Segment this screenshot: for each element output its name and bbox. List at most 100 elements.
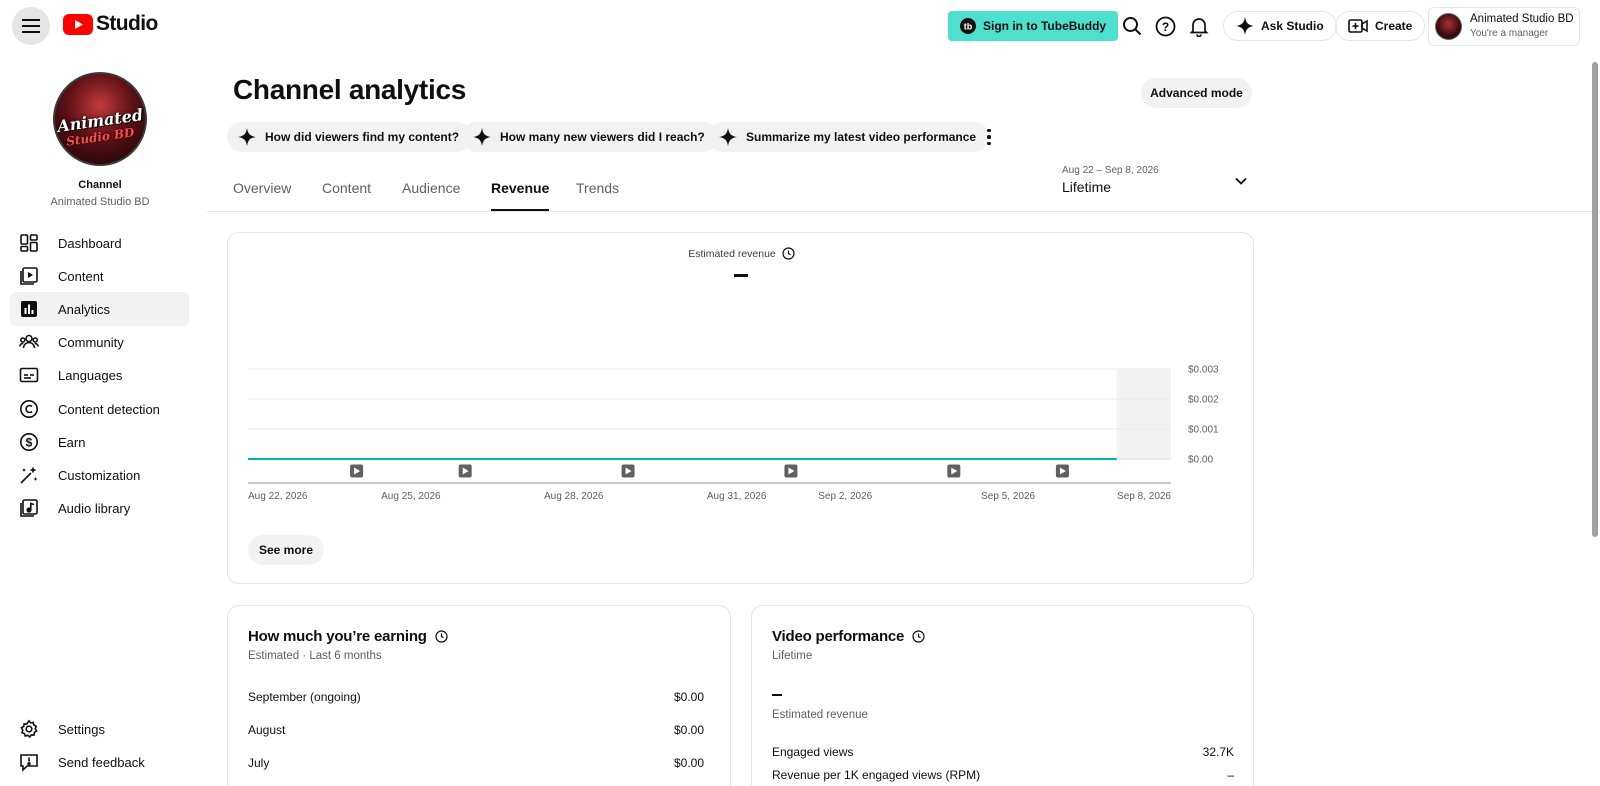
date-range-period: Lifetime	[1062, 179, 1112, 195]
page-scrollbar[interactable]	[1590, 52, 1600, 786]
tabs-divider	[207, 211, 1600, 212]
content-icon	[20, 267, 38, 285]
community-icon	[19, 334, 39, 349]
sidebar-item-content[interactable]: Content	[10, 259, 189, 293]
tab-content[interactable]: Content	[322, 180, 371, 211]
sidebar-item-label: Content detection	[58, 401, 160, 417]
tab-overview[interactable]: Overview	[233, 180, 291, 211]
account-role: You're a manager	[1470, 28, 1549, 39]
earn-icon: $	[20, 433, 38, 451]
copyright-icon	[20, 400, 38, 418]
feedback-icon	[20, 754, 38, 772]
sparkle-icon	[473, 128, 491, 146]
suggestion-chip-summarize[interactable]: Summarize my latest video performance	[708, 122, 990, 152]
notifications-button[interactable]	[1187, 14, 1211, 38]
tab-trends[interactable]: Trends	[576, 180, 619, 211]
sidebar-item-dashboard[interactable]: Dashboard	[10, 226, 189, 260]
channel-name: Animated Studio BD	[50, 196, 150, 208]
svg-text:$: $	[26, 435, 33, 449]
x-tick-label: Aug 31, 2026	[707, 491, 767, 502]
tubebuddy-signin-button[interactable]: tb Sign in to TubeBuddy	[948, 11, 1119, 41]
sidebar-item-audio-library[interactable]: Audio library	[10, 491, 189, 525]
sparkle-icon	[238, 128, 256, 146]
earnings-title-row: How much you’re earning	[248, 628, 448, 645]
y-tick-label: $0.002	[1188, 395, 1219, 406]
revenue-chart: $0.003 $0.002 $0.001 $0.00 Aug 22, 2026 Aug 2…	[248, 365, 1219, 502]
x-tick-label: Aug 25, 2026	[381, 491, 441, 502]
earnings-month: July	[248, 756, 270, 770]
performance-subtitle: Lifetime	[772, 650, 813, 662]
date-range-picker[interactable]: Aug 22 – Sep 8, 2026 Lifetime	[1062, 165, 1262, 197]
earnings-value: $0.00	[673, 756, 704, 770]
analytics-icon	[21, 301, 37, 317]
ask-studio-button[interactable]: Ask Studio	[1223, 11, 1337, 41]
advanced-mode-button[interactable]: Advanced mode	[1141, 78, 1252, 108]
sidebar-item-send-feedback[interactable]: Send feedback	[10, 745, 189, 779]
incomplete-data-region	[1116, 369, 1171, 459]
earnings-value: $0.00	[673, 690, 704, 704]
sidebar: Animated Studio BD Channel Animated Stud…	[0, 52, 200, 786]
account-name: Animated Studio BD	[1470, 13, 1574, 25]
sidebar-item-community[interactable]: Community	[10, 325, 189, 359]
see-more-button[interactable]: See more	[248, 535, 324, 565]
hamburger-menu-button[interactable]	[12, 7, 50, 45]
sidebar-item-content-detection[interactable]: Content detection	[10, 392, 189, 426]
scrollbar-thumb[interactable]	[1592, 62, 1598, 537]
suggestion-chip-new-viewers[interactable]: How many new viewers did I reach?	[462, 122, 718, 152]
tubebuddy-label: Sign in to TubeBuddy	[983, 19, 1107, 33]
clock-icon[interactable]	[912, 630, 925, 643]
sidebar-item-settings[interactable]: Settings	[10, 712, 189, 746]
create-button[interactable]: Create	[1335, 11, 1426, 41]
channel-avatar[interactable]: Animated Studio BD	[53, 72, 147, 166]
performance-revenue-value-dash	[772, 694, 782, 696]
clock-icon[interactable]	[435, 630, 448, 643]
sparkle-icon	[719, 128, 737, 146]
x-tick-label: Sep 5, 2026	[981, 491, 1035, 502]
performance-metric-value: 32.7K	[1202, 745, 1234, 759]
help-button[interactable]: ?	[1153, 14, 1177, 38]
date-range-dates: Aug 22 – Sep 8, 2026	[1062, 165, 1159, 176]
performance-metric-label: Revenue per 1K engaged views (RPM)	[772, 768, 981, 782]
x-tick-label: Aug 28, 2026	[544, 491, 604, 502]
languages-icon	[19, 367, 39, 383]
sidebar-item-label: Dashboard	[58, 235, 122, 251]
more-options-icon[interactable]	[983, 126, 995, 148]
performance-revenue-label: Estimated revenue	[772, 709, 868, 721]
sidebar-item-customization[interactable]: Customization	[10, 458, 189, 492]
top-bar: Studio tb Sign in to TubeBuddy ? Ask Stu…	[0, 0, 1600, 52]
search-icon	[1123, 17, 1142, 36]
chip-label: How did viewers find my content?	[265, 130, 460, 144]
suggestion-chip-traffic[interactable]: How did viewers find my content?	[227, 122, 473, 152]
ask-studio-label: Ask Studio	[1261, 19, 1324, 33]
dashboard-icon	[20, 234, 38, 252]
performance-title-row: Video performance	[772, 628, 925, 645]
svg-text:tb: tb	[964, 22, 973, 32]
sidebar-item-label: Earn	[58, 434, 86, 450]
studio-logo[interactable]: Studio	[63, 12, 158, 36]
sidebar-item-label: Languages	[58, 367, 123, 383]
help-icon: ?	[1155, 16, 1175, 36]
create-label: Create	[1375, 19, 1413, 33]
chevron-down-icon[interactable]	[1234, 174, 1248, 188]
sidebar-item-analytics[interactable]: Analytics	[10, 292, 189, 326]
youtube-logo-icon	[63, 13, 93, 35]
account-avatar	[1435, 13, 1462, 40]
x-tick-label: Sep 8, 2026	[1117, 491, 1171, 502]
sidebar-item-label: Customization	[58, 467, 141, 483]
account-switcher[interactable]: Animated Studio BD You're a manager	[1428, 7, 1580, 46]
gear-icon	[20, 719, 38, 739]
create-video-icon	[1348, 19, 1368, 33]
search-button[interactable]	[1120, 14, 1144, 38]
table-row: August $0.00	[248, 723, 704, 737]
sidebar-item-earn[interactable]: $ Earn	[10, 425, 189, 459]
tab-revenue[interactable]: Revenue	[491, 180, 550, 211]
sidebar-item-languages[interactable]: Languages	[10, 358, 189, 392]
table-row: Revenue per 1K engaged views (RPM) –	[772, 768, 1234, 782]
performance-metric-label: Engaged views	[772, 745, 854, 759]
sidebar-item-label: Settings	[58, 721, 105, 737]
tab-audience[interactable]: Audience	[402, 180, 460, 211]
brand-name: Studio	[96, 12, 158, 35]
sidebar-item-label: Content	[58, 268, 104, 284]
performance-title: Video performance	[772, 628, 905, 645]
table-row: September (ongoing) $0.00	[248, 690, 704, 704]
